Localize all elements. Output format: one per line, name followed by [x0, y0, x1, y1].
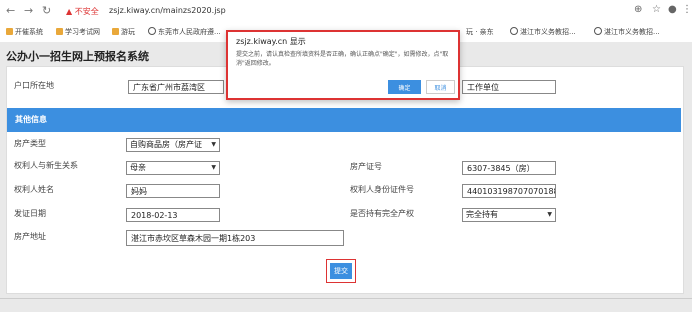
work-unit-input[interactable]: 工作单位 [462, 80, 556, 94]
bookmark-label: 游玩 [121, 28, 135, 36]
relation-label: 权利人与新生关系 [14, 161, 78, 170]
house-type-value: 自购商品房（房产证 [130, 140, 202, 149]
issue-date-input[interactable]: 2018-02-13 [126, 208, 220, 222]
divider [0, 298, 692, 299]
section-title: 其他信息 [15, 115, 47, 124]
page-title: 公办小一招生网上预报名系统 [6, 50, 149, 63]
globe-icon [510, 27, 518, 35]
hukou-input[interactable]: 广东省广州市荔湾区 [128, 80, 224, 94]
bookmark-label: 玩 · 亲东 [466, 28, 494, 36]
house-type-select[interactable]: 自购商品房（房产证 ▼ [126, 138, 220, 152]
house-type-label: 房产类型 [14, 139, 46, 148]
chevron-down-icon: ▼ [211, 141, 216, 148]
bookmark-item[interactable]: 学习考试网 [56, 27, 100, 37]
full-property-select[interactable]: 完全持有 ▼ [462, 208, 556, 222]
bookmark-item[interactable]: 湛江市义务教招... [594, 27, 660, 37]
folder-icon [6, 28, 13, 35]
folder-icon [56, 28, 63, 35]
zoom-icon[interactable]: ⊕ [634, 4, 642, 15]
bookmark-item[interactable]: 玩 · 亲东 [466, 27, 494, 37]
bookmark-item[interactable]: 湛江市义务教招... [510, 27, 576, 37]
cancel-button[interactable]: 取消 [426, 80, 455, 94]
full-property-label: 是否持有完全产权 [350, 209, 414, 218]
full-property-value: 完全持有 [466, 210, 498, 219]
owner-name-label: 权利人姓名 [14, 185, 54, 194]
bookmark-label: 学习考试网 [65, 28, 100, 36]
bookmark-star-icon[interactable]: ☆ [652, 4, 661, 15]
bookmark-item[interactable]: 游玩 [112, 27, 135, 37]
insecure-label: 不安全 [74, 7, 99, 16]
owner-name-input[interactable]: 妈妈 [126, 184, 220, 198]
bookmark-label: 湛江市义务教招... [520, 28, 576, 36]
bookmark-label: 东莞市人民政府遵... [158, 28, 221, 36]
address-label: 房产地址 [14, 232, 46, 241]
hukou-label: 户口所在地 [14, 81, 54, 90]
address-input[interactable]: 湛江市赤坎区草森木园一期1栋203 [126, 230, 344, 246]
owner-id-label: 权利人身份证件号 [350, 185, 414, 194]
relation-value: 母亲 [130, 163, 146, 172]
chevron-down-icon: ▼ [211, 164, 216, 171]
section-header: 其他信息 [7, 108, 681, 132]
bookmark-label: 湛江市义务教招... [604, 28, 660, 36]
chevron-down-icon: ▼ [547, 211, 552, 218]
menu-icon[interactable]: ⋮ [682, 4, 692, 15]
submit-button[interactable]: 提交 [330, 263, 352, 279]
cert-no-input[interactable]: 6307-3845（房） [462, 161, 556, 175]
ok-button[interactable]: 确定 [388, 80, 421, 94]
dialog-message: 提交之前，请认真检查所填资料是否正确，确认正确点"确定"，如需修改，点"取消"返… [236, 51, 449, 67]
forward-icon[interactable]: → [24, 4, 33, 17]
submit-highlight: 提交 [326, 259, 356, 283]
globe-icon [148, 27, 156, 35]
globe-icon [594, 27, 602, 35]
bookmark-item[interactable]: 东莞市人民政府遵... [148, 27, 221, 37]
insecure-warning[interactable]: ▲ 不安全 [66, 6, 99, 17]
owner-id-input[interactable]: 440103198707070188 [462, 184, 556, 198]
folder-icon [112, 28, 119, 35]
address-bar[interactable]: zsjz.kiway.cn/mainzs2020.jsp [109, 6, 226, 15]
reload-icon[interactable]: ↻ [42, 4, 51, 17]
confirm-dialog: zsjz.kiway.cn 显示 提交之前，请认真检查所填资料是否正确，确认正确… [226, 30, 460, 100]
dialog-title: zsjz.kiway.cn 显示 [236, 37, 306, 46]
back-icon[interactable]: ← [6, 4, 15, 17]
relation-select[interactable]: 母亲 ▼ [126, 161, 220, 175]
bookmark-label: 开催系统 [15, 28, 43, 36]
cert-no-label: 房产证号 [350, 162, 382, 171]
issue-date-label: 发证日期 [14, 209, 46, 218]
browser-toolbar: ← → ↻ ▲ 不安全 zsjz.kiway.cn/mainzs2020.jsp… [0, 0, 692, 22]
bookmark-item[interactable]: 开催系统 [6, 27, 43, 37]
profile-icon[interactable]: ● [668, 4, 677, 15]
